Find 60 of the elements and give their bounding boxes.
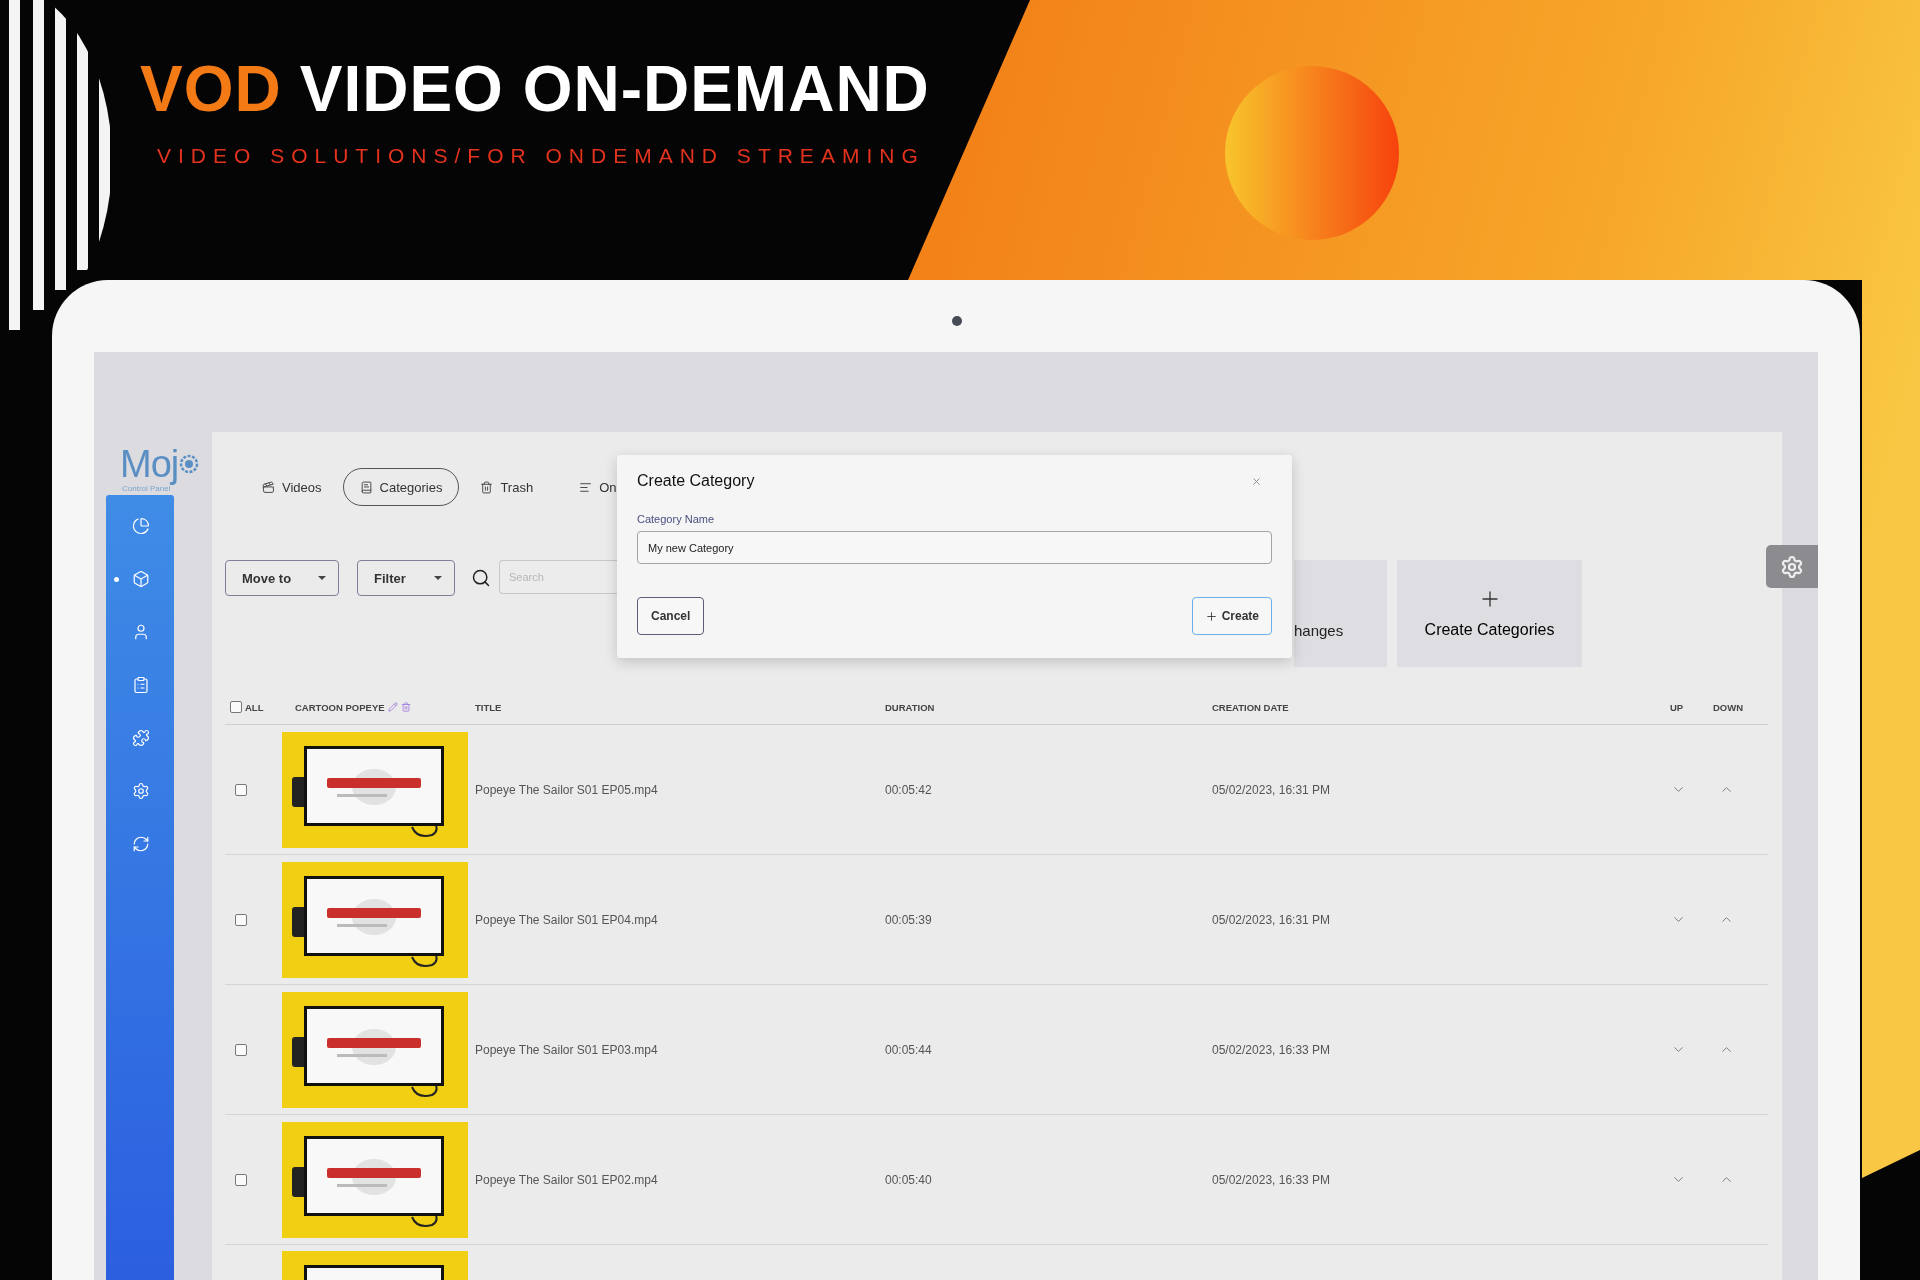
cancel-button[interactable]: Cancel — [637, 597, 705, 635]
column-header: DOWN — [1713, 701, 1744, 713]
search-icon[interactable] — [471, 568, 491, 588]
book-icon — [359, 480, 373, 494]
trash-icon[interactable] — [400, 702, 411, 712]
gear-logo-icon — [179, 454, 200, 474]
tagline: VIDEO SOLUTIONS/FOR ONDEMAND STREAMING — [156, 144, 926, 168]
column-header: ALL — [245, 701, 264, 713]
table-cell-text: 05/02/2023, 16:33 PM — [1212, 1172, 1332, 1187]
puzzle-icon — [132, 729, 150, 748]
dialog-title: Create Category — [637, 472, 755, 490]
category-name-field[interactable]: My new Category — [637, 531, 1272, 564]
close-icon[interactable] — [1251, 475, 1262, 487]
create-button[interactable]: Create — [1191, 597, 1272, 635]
settings-icon — [132, 782, 150, 801]
table-cell-text: Popeye The Sailor S01 EP05.mp4 — [475, 782, 659, 797]
logo-text: Moj — [120, 444, 179, 484]
action-card[interactable]: hanges — [1294, 560, 1387, 667]
tab[interactable]: Trash — [463, 468, 551, 506]
table-cell-text: 05/02/2023, 16:31 PM — [1212, 912, 1332, 927]
table-cell-text: Popeye The Sailor S01 EP03.mp4 — [475, 1042, 659, 1057]
column-header: CARTOON POPEYE — [295, 701, 385, 713]
table-cell-text: 05/02/2023, 16:33 PM — [1212, 1042, 1332, 1057]
field-label: Category Name — [637, 513, 716, 525]
table-cell-text: Popeye The Sailor S01 EP02.mp4 — [475, 1172, 659, 1187]
column-header: DURATION — [885, 701, 935, 713]
caret-icon — [318, 576, 326, 580]
refresh-icon — [132, 835, 150, 854]
filter-dropdown[interactable]: Filter — [357, 560, 455, 596]
user-icon — [132, 623, 150, 642]
headline: VOD VIDEO ON-DEMAND — [140, 52, 931, 126]
table-cell-text: 00:05:44 — [885, 1042, 933, 1057]
logo-subtitle: Control Panel — [122, 484, 171, 493]
table-cell-text: 05/02/2023, 16:31 PM — [1212, 782, 1332, 797]
move-to-dropdown[interactable]: Move to — [225, 560, 339, 596]
caret-icon — [434, 576, 442, 580]
settings-icon — [1780, 554, 1804, 579]
table-cell-text: Popeye The Sailor S01 EP04.mp4 — [475, 912, 659, 927]
cube-icon — [132, 570, 150, 589]
tab[interactable]: On — [562, 468, 618, 506]
table-cell-text: 00:05:39 — [885, 912, 933, 927]
checkbox[interactable] — [235, 1173, 247, 1186]
table-cell-text: 00:05:40 — [885, 1172, 933, 1187]
column-header: CREATION DATE — [1212, 701, 1289, 713]
trash-icon — [480, 480, 494, 494]
checkbox[interactable] — [230, 701, 242, 713]
checkbox[interactable] — [235, 913, 247, 926]
table-cell-text: 00:05:42 — [885, 782, 933, 797]
list-icon — [579, 480, 593, 494]
checkbox[interactable] — [235, 1043, 247, 1056]
clipboard-icon — [132, 676, 150, 695]
checkbox[interactable] — [235, 783, 247, 796]
pie-chart-icon — [132, 517, 150, 536]
pencil-icon[interactable] — [387, 702, 398, 712]
tab[interactable]: Videos — [245, 468, 339, 506]
plus-icon — [1204, 609, 1218, 623]
column-header: TITLE — [475, 701, 502, 713]
settings-button[interactable] — [1766, 545, 1818, 588]
create-categories-card[interactable]: Create Categories — [1397, 560, 1582, 667]
column-header: UP — [1670, 701, 1684, 713]
